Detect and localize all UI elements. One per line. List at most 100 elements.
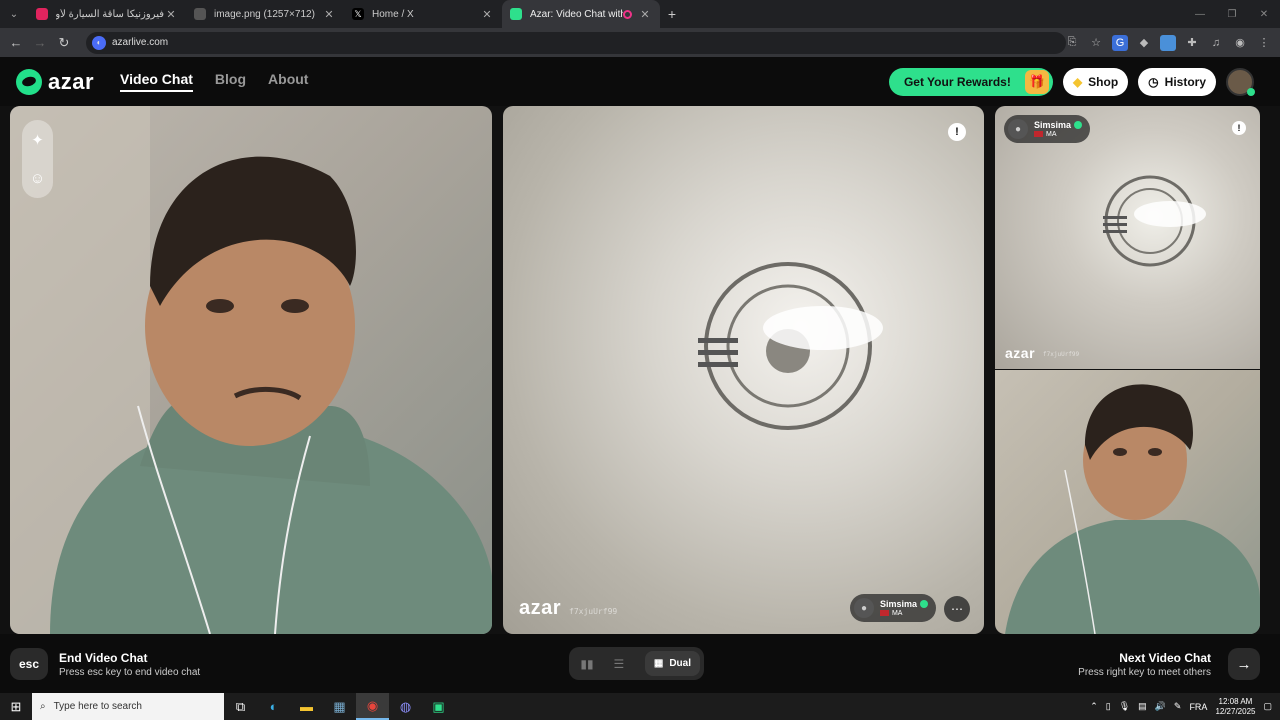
photo-extension-icon[interactable] xyxy=(1160,34,1176,51)
sparkle-effects-icon[interactable]: ✦ xyxy=(31,131,44,149)
edge-icon[interactable]: ◐ xyxy=(257,693,290,720)
profile-icon[interactable]: ◉ xyxy=(1232,35,1248,51)
remote-user-chip-preview[interactable]: ● Simsima MA xyxy=(1004,115,1091,143)
input-language[interactable]: FRA xyxy=(1189,702,1207,712)
nav-about[interactable]: About xyxy=(268,71,308,92)
tray-chevron-icon[interactable]: ⌃ xyxy=(1090,701,1098,712)
azar-watermark: azar f7xjuUrf99 xyxy=(519,597,617,620)
windows-start-icon[interactable]: ⊞ xyxy=(0,699,32,715)
notifications-icon[interactable]: ▢ xyxy=(1263,701,1272,712)
extensions-puzzle-icon[interactable]: ✚ xyxy=(1184,35,1200,51)
chat-icon[interactable]: ⋯ xyxy=(944,596,970,622)
nav-video-chat[interactable]: Video Chat xyxy=(120,71,193,92)
window-controls: — ❐ ✕ xyxy=(1184,0,1280,28)
ceiling-light-fixture xyxy=(698,262,883,430)
globe-favicon-icon xyxy=(194,8,206,20)
browser-tab[interactable]: 𝕏 Home / X ✕ xyxy=(344,0,502,28)
dual-grid-icon: ▦ xyxy=(653,658,664,669)
new-tab-icon[interactable]: + xyxy=(660,6,684,22)
x-favicon-icon: 𝕏 xyxy=(352,8,364,20)
install-app-icon[interactable]: ⎘ xyxy=(1064,35,1080,51)
watermark-code: f7xjuUrf99 xyxy=(1043,351,1080,358)
tab-title: Home / X xyxy=(372,8,414,20)
sticker-icon[interactable]: ☺ xyxy=(30,170,45,187)
url-text: azarlive.com xyxy=(112,37,169,48)
close-tab-icon[interactable]: ✕ xyxy=(480,8,494,21)
media-controls-icon[interactable]: ♫ xyxy=(1208,35,1224,51)
effects-toolbar: ✦ ☺ xyxy=(22,120,53,198)
rewards-button[interactable]: Get Your Rewards! 🎁 xyxy=(888,68,1053,96)
site-info-icon[interactable]: ◐ xyxy=(92,35,106,50)
watermark-brand: azar xyxy=(519,597,562,619)
system-clock[interactable]: 12:08 AM 12/27/2025 xyxy=(1215,697,1255,717)
network-icon[interactable]: ▤ xyxy=(1138,701,1147,712)
extension-icon[interactable]: ◆ xyxy=(1136,35,1152,51)
shop-button[interactable]: ◆ Shop xyxy=(1062,68,1129,96)
search-icon: ⌕ xyxy=(40,701,46,712)
close-tab-icon[interactable]: ✕ xyxy=(322,8,336,21)
next-chat-title: Next Video Chat xyxy=(1119,651,1211,665)
azar-logo[interactable]: azar xyxy=(16,68,94,95)
app-icon[interactable]: ▣ xyxy=(422,693,455,720)
reload-icon[interactable]: ↻ xyxy=(52,35,76,51)
remote-user-country: MA xyxy=(891,609,903,617)
morocco-flag-icon xyxy=(1034,131,1043,137)
microphone-icon[interactable]: 🎙 xyxy=(1119,701,1130,712)
next-chat-button[interactable]: → xyxy=(1228,648,1260,680)
local-camera-person xyxy=(10,106,492,634)
volume-icon[interactable]: 🔊 xyxy=(1155,701,1166,712)
remote-user-name: Simsima xyxy=(1034,119,1072,130)
report-icon[interactable]: ! xyxy=(948,123,966,141)
discord-icon[interactable]: ◍ xyxy=(389,693,422,720)
tray-device-icon[interactable]: ▯ xyxy=(1106,701,1111,712)
address-bar: ← → ↻ ◐ azarlive.com ⎘ ☆ G ◆ ✚ ♫ ◉ ⋮ xyxy=(0,28,1280,57)
url-field[interactable]: ◐ azarlive.com xyxy=(86,31,1066,54)
browser-tab-active[interactable]: Azar: Video Chat with New ✕ xyxy=(502,0,660,28)
layout-side-by-side-icon[interactable]: ▮▮ xyxy=(573,651,601,676)
remote-user-chip[interactable]: ● Simsima MA xyxy=(849,594,936,622)
bookmark-star-icon[interactable]: ☆ xyxy=(1088,35,1104,51)
taskbar-search[interactable]: ⌕ Type here to search xyxy=(32,693,224,720)
close-tab-icon[interactable]: ✕ xyxy=(638,8,652,21)
remote-user-name: Simsima xyxy=(879,598,917,609)
file-explorer-icon[interactable]: ▬ xyxy=(290,693,323,720)
azar-favicon-icon xyxy=(510,8,522,20)
close-window-icon[interactable]: ✕ xyxy=(1248,9,1280,20)
end-chat-hint: Press esc key to end video chat xyxy=(59,667,201,678)
layout-dual-button[interactable]: ▦ Dual xyxy=(644,651,700,676)
chrome-icon[interactable]: ◉ xyxy=(356,693,389,720)
back-icon[interactable]: ← xyxy=(4,35,28,50)
browser-tab-bar: ⌄ فيروزنيكا ساقة السيارة لأول مرة فـ ✕ i… xyxy=(0,0,1280,28)
local-camera-person-preview xyxy=(1005,384,1260,634)
store-icon[interactable]: ▦ xyxy=(323,693,356,720)
local-preview-panel xyxy=(995,370,1260,634)
nav-blog[interactable]: Blog xyxy=(215,71,246,92)
close-tab-icon[interactable]: ✕ xyxy=(164,8,178,21)
remote-user-avatar-icon: ● xyxy=(1008,119,1028,139)
recording-icon xyxy=(623,9,632,19)
youtube-favicon-icon xyxy=(36,8,48,20)
restore-icon[interactable]: ❐ xyxy=(1216,9,1248,20)
verified-icon xyxy=(1074,121,1083,130)
browser-tab[interactable]: image.png (1257×712) ✕ xyxy=(186,0,344,28)
translate-extension-icon[interactable]: G xyxy=(1112,34,1128,51)
task-view-icon[interactable]: ⧉ xyxy=(224,693,257,720)
ceiling-light-preview xyxy=(1103,175,1206,267)
layout-mode-label: Dual xyxy=(669,658,691,669)
user-avatar[interactable] xyxy=(1226,68,1255,96)
remote-video-panel: ! azar f7xjuUrf99 ● Simsima MA ⋯ xyxy=(503,106,984,634)
history-button[interactable]: ◷ History xyxy=(1138,68,1216,96)
forward-icon[interactable]: → xyxy=(28,35,52,50)
browser-tab[interactable]: فيروزنيكا ساقة السيارة لأول مرة فـ ✕ xyxy=(28,0,186,28)
rewards-label: Get Your Rewards! xyxy=(903,75,1011,89)
tab-title: image.png (1257×712) xyxy=(214,8,315,20)
layout-stacked-icon[interactable]: ☰ xyxy=(605,651,633,676)
end-chat-button[interactable]: esc xyxy=(10,648,48,680)
report-icon[interactable]: ! xyxy=(1232,121,1246,135)
pen-icon[interactable]: ✎ xyxy=(1174,701,1182,712)
header-actions: Get Your Rewards! 🎁 ◆ Shop ◷ History xyxy=(888,68,1255,96)
tab-search-icon[interactable]: ⌄ xyxy=(0,0,28,28)
watermark-code: f7xjuUrf99 xyxy=(569,607,618,616)
minimize-icon[interactable]: — xyxy=(1184,9,1216,20)
menu-dots-icon[interactable]: ⋮ xyxy=(1256,35,1272,51)
